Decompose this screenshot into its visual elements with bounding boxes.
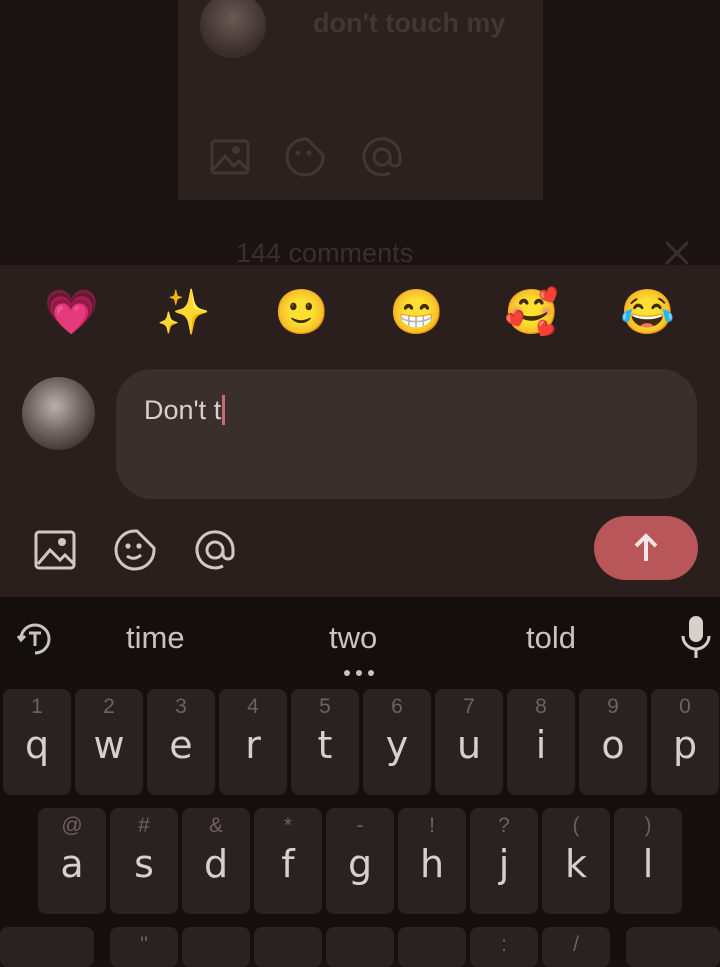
key-c[interactable] — [254, 927, 322, 967]
key-v[interactable] — [326, 927, 394, 967]
key-backspace[interactable] — [626, 927, 720, 967]
sticker-icon — [285, 137, 325, 177]
translate-icon[interactable] — [16, 620, 54, 658]
key-e[interactable]: 3e — [147, 689, 215, 795]
grin-emoji[interactable]: 😁 — [389, 286, 444, 340]
text-caret — [222, 395, 226, 425]
smile-emoji[interactable]: 🙂 — [274, 286, 329, 340]
suggestion-3[interactable]: told — [526, 620, 576, 656]
send-button[interactable] — [594, 516, 698, 580]
heart-emoji[interactable]: 💗 — [44, 286, 99, 340]
key-k[interactable]: (k — [542, 808, 610, 914]
key-w[interactable]: 2w — [75, 689, 143, 795]
key-l[interactable]: ) l — [614, 808, 682, 914]
key-r[interactable]: 4r — [219, 689, 287, 795]
key-b[interactable] — [398, 927, 466, 967]
laugh-emoji[interactable]: 😂 — [620, 286, 675, 340]
more-suggestions-indicator — [343, 664, 375, 676]
key-f[interactable]: * f — [254, 808, 322, 914]
key-p[interactable]: 0p — [651, 689, 719, 795]
love-emoji[interactable]: 🥰 — [504, 286, 559, 340]
image-icon[interactable] — [33, 528, 77, 572]
sticker-icon[interactable] — [113, 528, 157, 572]
key-z[interactable]: " — [110, 927, 178, 967]
suggestion-2[interactable]: two — [329, 620, 377, 656]
microphone-icon[interactable] — [680, 614, 712, 660]
background-post-card: don't touch my — [178, 0, 543, 200]
key-a[interactable]: @ a — [38, 808, 106, 914]
key-shift[interactable] — [0, 927, 94, 967]
key-i[interactable]: 8i — [507, 689, 575, 795]
arrow-up-icon — [634, 533, 658, 561]
key-j[interactable]: ? j — [470, 808, 538, 914]
key-u[interactable]: 7u — [435, 689, 503, 795]
suggestion-1[interactable]: time — [126, 620, 185, 656]
key-x[interactable] — [182, 927, 250, 967]
sparkles-emoji[interactable]: ✨ — [156, 286, 211, 340]
key-q[interactable]: 1q — [3, 689, 71, 795]
mention-icon[interactable] — [193, 528, 237, 572]
key-d[interactable]: & d — [182, 808, 250, 914]
image-icon — [210, 139, 250, 175]
comment-input[interactable]: Don't t — [116, 369, 697, 499]
key-g[interactable]: -g — [326, 808, 394, 914]
key-m[interactable]: / — [542, 927, 610, 967]
background-avatar — [200, 0, 266, 58]
key-h[interactable]: ! h — [398, 808, 466, 914]
key-s[interactable]: # s — [110, 808, 178, 914]
key-y[interactable]: 6y — [363, 689, 431, 795]
mention-icon — [362, 137, 402, 177]
key-o[interactable]: 9o — [579, 689, 647, 795]
key-t[interactable]: 5t — [291, 689, 359, 795]
comment-input-value: Don't t — [144, 395, 222, 425]
avatar — [22, 377, 95, 450]
key-n[interactable]: : — [470, 927, 538, 967]
background-post-text: don't touch my — [313, 8, 506, 38]
